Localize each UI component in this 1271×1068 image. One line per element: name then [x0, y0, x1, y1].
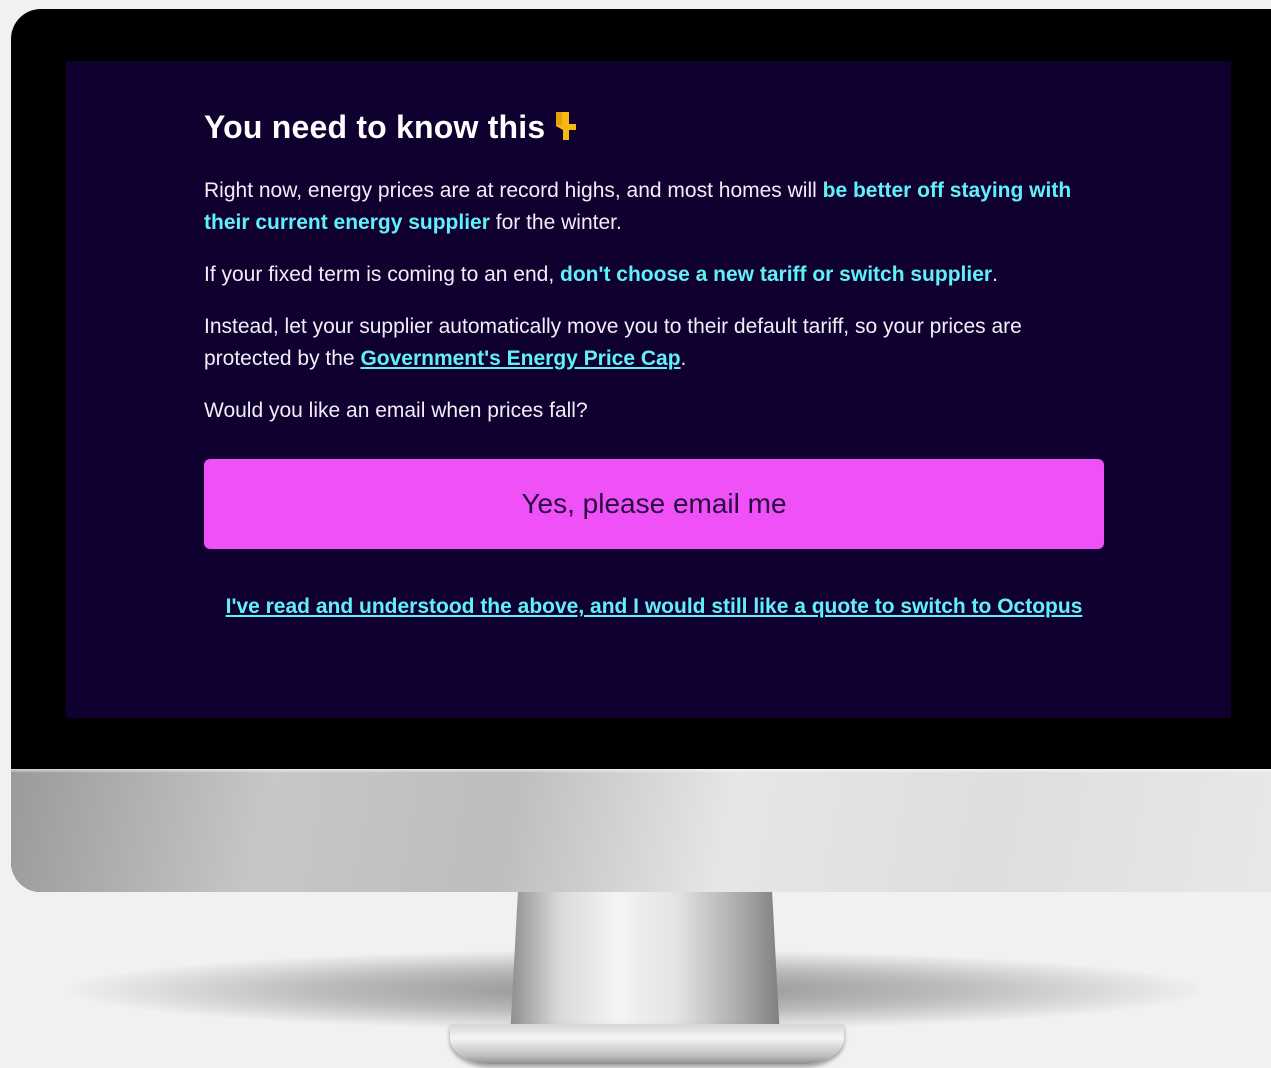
paragraph-2-highlight: don't choose a new tariff or switch supp…: [560, 263, 993, 286]
email-question: Would you like an email when prices fall…: [204, 399, 588, 422]
paragraph-fixed-term: If your fixed term is coming to an end, …: [204, 259, 1109, 291]
paragraph-record-highs: Right now, energy prices are at record h…: [204, 175, 1109, 239]
paragraph-2-end: .: [992, 263, 998, 286]
page-title: You need to know this: [204, 101, 1109, 153]
switch-quote-link[interactable]: I've read and understood the above, and …: [204, 591, 1104, 623]
title-text: You need to know this: [204, 109, 546, 145]
pointing-down-hand-icon: [556, 112, 577, 140]
monitor-stand: [510, 888, 780, 1038]
paragraph-3-end: .: [680, 347, 687, 370]
energy-price-cap-link[interactable]: Government's Energy Price Cap: [360, 347, 680, 370]
monitor: You need to know this Right now, energy …: [11, 9, 1271, 892]
monitor-stand-base: [450, 1024, 844, 1064]
energy-notice-panel: You need to know this Right now, energy …: [204, 101, 1109, 623]
paragraph-default-tariff: Instead, let your supplier automatically…: [204, 311, 1109, 375]
email-me-button[interactable]: Yes, please email me: [204, 459, 1104, 549]
monitor-screen: You need to know this Right now, energy …: [66, 61, 1231, 718]
paragraph-1-end: for the winter.: [489, 211, 622, 234]
monitor-chin: [11, 769, 1271, 892]
paragraph-2-text: If your fixed term is coming to an end,: [204, 263, 560, 286]
paragraph-1-text: Right now, energy prices are at record h…: [204, 179, 823, 202]
